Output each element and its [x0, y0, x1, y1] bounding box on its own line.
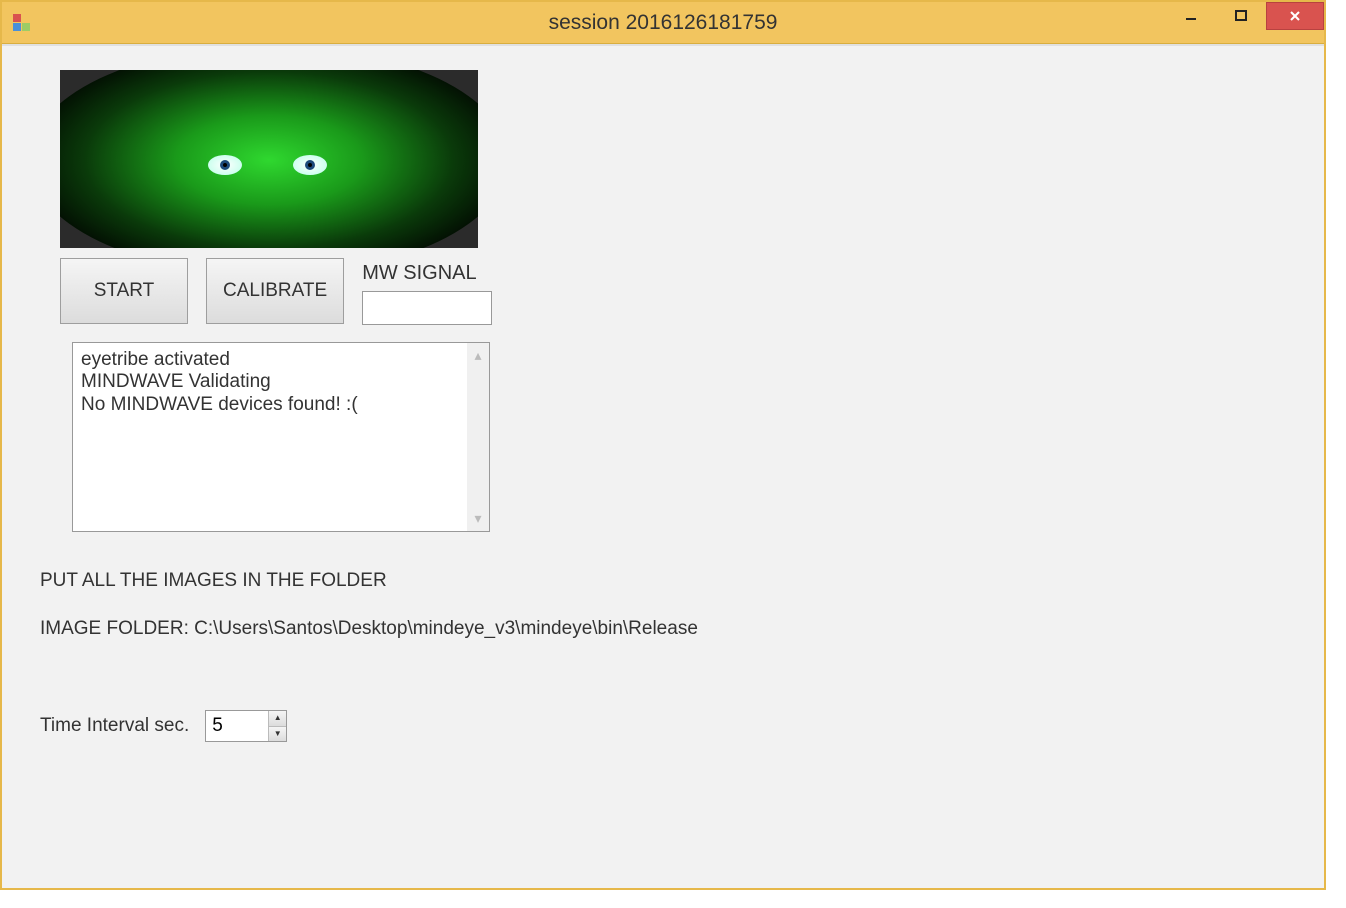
instruction-text: PUT ALL THE IMAGES IN THE FOLDER — [40, 570, 387, 592]
minimize-button[interactable] — [1166, 2, 1216, 30]
log-scrollbar[interactable]: ▴ ▾ — [467, 343, 489, 531]
image-folder-label: IMAGE FOLDER: C:\Users\Santos\Desktop\mi… — [40, 618, 698, 640]
app-icon — [12, 14, 30, 32]
titlebar: session 2016126181759 — [2, 2, 1324, 44]
minimize-icon — [1184, 9, 1198, 23]
time-interval-input[interactable] — [206, 711, 268, 741]
calibrate-button[interactable]: CALIBRATE — [206, 258, 344, 324]
eye-visual — [60, 70, 478, 248]
window-controls — [1166, 2, 1324, 32]
log-content: eyetribe activated MINDWAVE Validating N… — [73, 343, 467, 531]
mw-signal-input[interactable] — [362, 291, 492, 325]
toolbar: START CALIBRATE MW SIGNAL — [60, 258, 492, 325]
start-button[interactable]: START — [60, 258, 188, 324]
spin-down-button[interactable]: ▼ — [269, 727, 286, 742]
window-title: session 2016126181759 — [549, 11, 778, 35]
client-area: START CALIBRATE MW SIGNAL eyetribe activ… — [2, 44, 1324, 888]
time-interval-label: Time Interval sec. — [40, 715, 189, 737]
time-interval-row: Time Interval sec. ▲ ▼ — [40, 710, 287, 742]
mw-signal-label: MW SIGNAL — [362, 262, 492, 285]
maximize-button[interactable] — [1216, 2, 1266, 30]
time-interval-stepper[interactable]: ▲ ▼ — [205, 710, 287, 742]
app-window: session 2016126181759 — [0, 0, 1326, 890]
time-interval-spinner: ▲ ▼ — [268, 711, 286, 741]
log-textbox[interactable]: eyetribe activated MINDWAVE Validating N… — [72, 342, 490, 532]
mw-signal-group: MW SIGNAL — [362, 262, 492, 325]
scroll-up-icon: ▴ — [474, 347, 481, 364]
eyes-icon — [60, 70, 478, 248]
close-icon — [1288, 9, 1302, 23]
scroll-down-icon: ▾ — [474, 510, 481, 527]
maximize-icon — [1234, 9, 1248, 23]
close-button[interactable] — [1266, 2, 1324, 30]
spin-up-button[interactable]: ▲ — [269, 711, 286, 727]
